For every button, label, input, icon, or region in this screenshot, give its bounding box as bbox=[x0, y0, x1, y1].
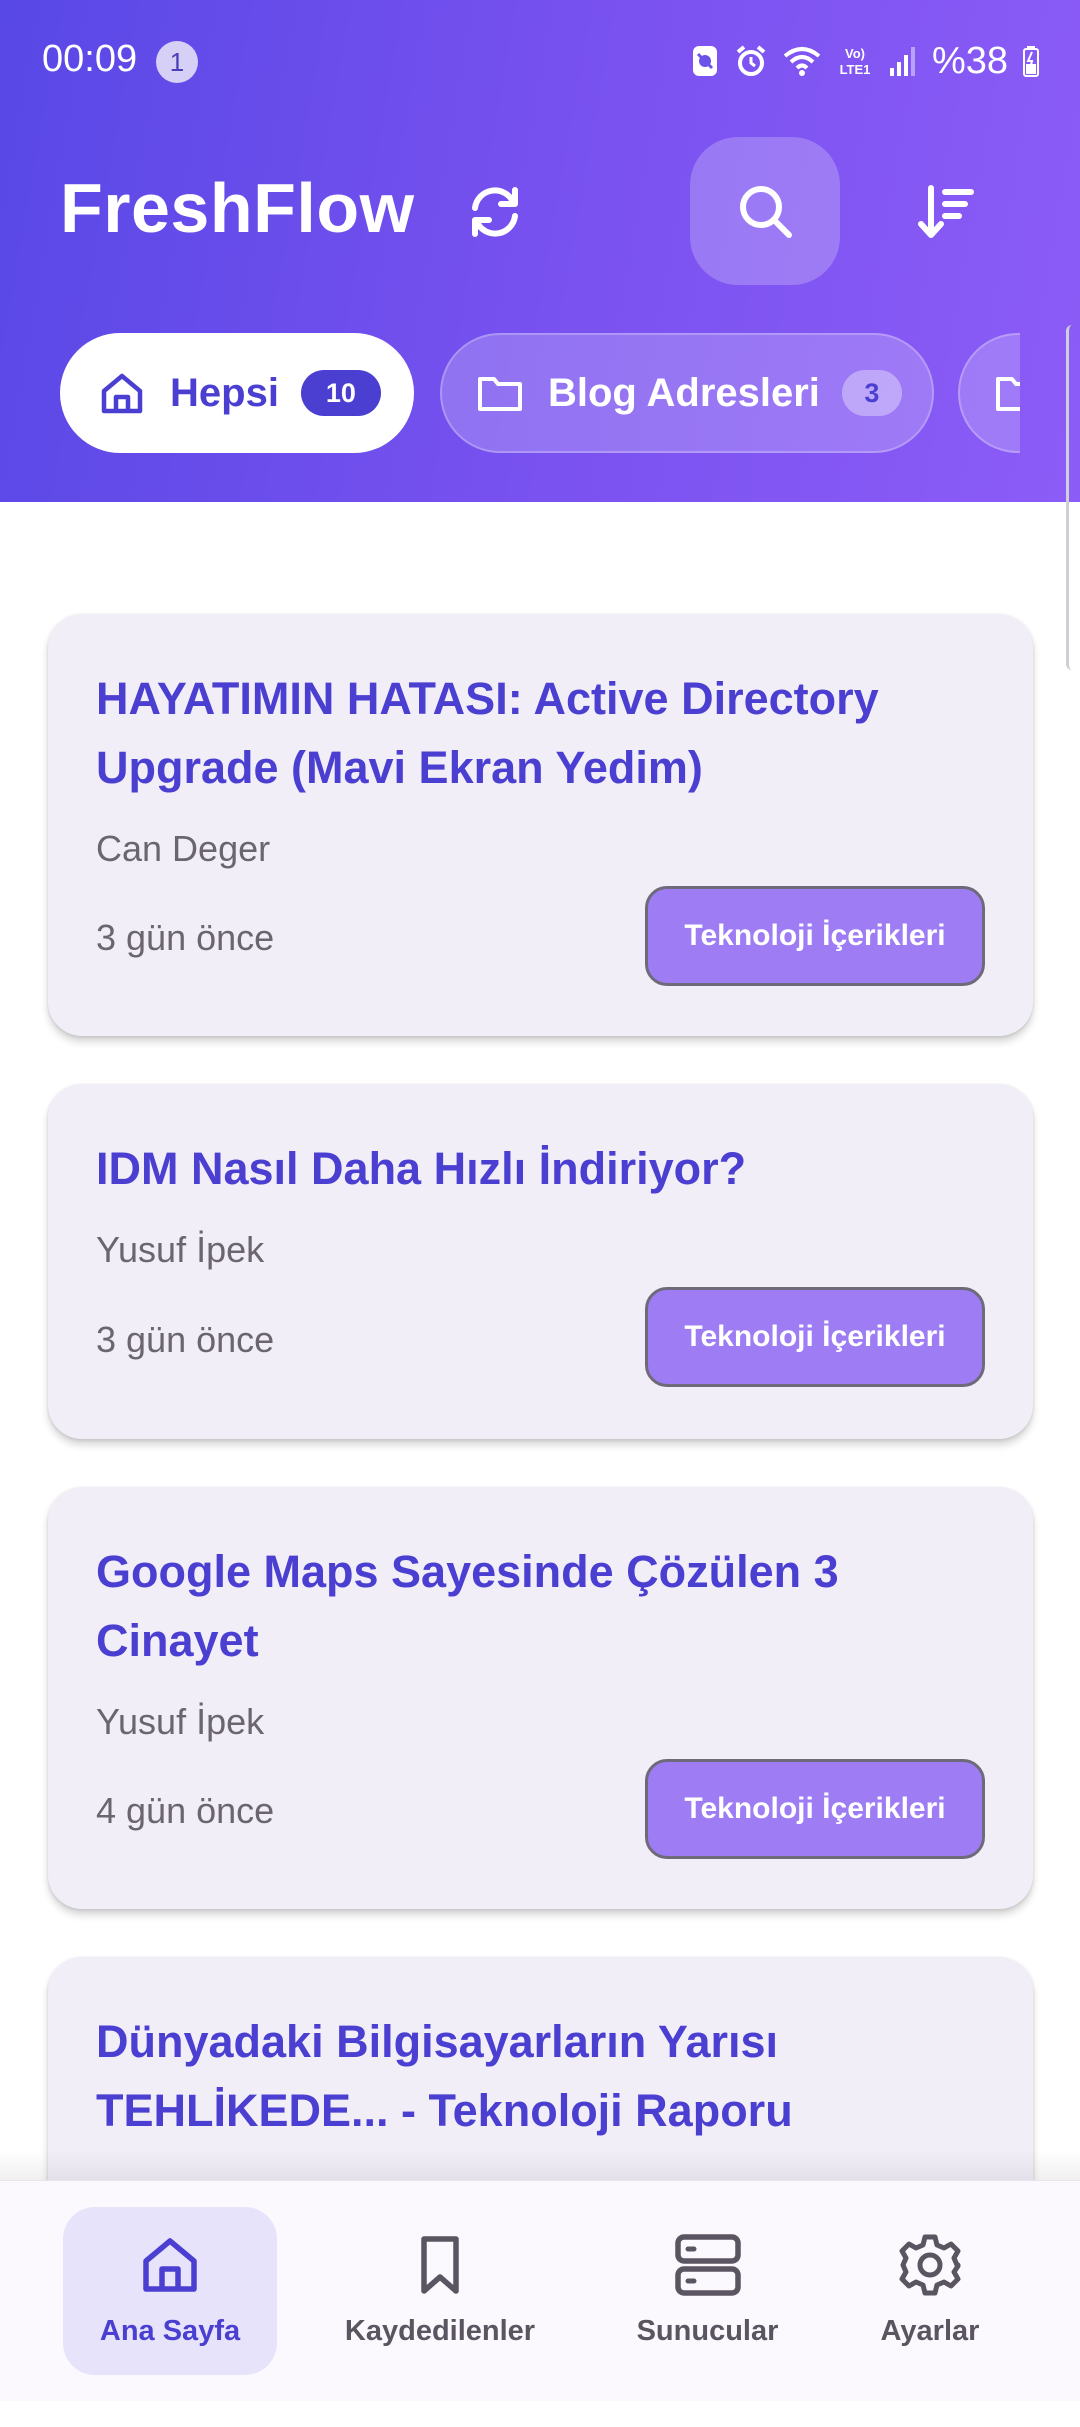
bottom-navigation: Ana Sayfa Kaydedilenler Sunucular Ayarla… bbox=[0, 2180, 1080, 2401]
article-card[interactable]: HAYATIMIN HATASI: Active Directory Upgra… bbox=[48, 614, 1033, 1036]
folder-icon bbox=[478, 377, 522, 411]
app-header: 00:09 1 Vo) LTE1 %38 FreshFlow Hepsi 10 … bbox=[0, 0, 1080, 502]
app-title: FreshFlow bbox=[60, 169, 415, 247]
search-icon bbox=[740, 186, 792, 238]
article-category-tag[interactable]: Teknoloji İçerikleri bbox=[645, 886, 985, 986]
category-count-badge: 10 bbox=[300, 370, 381, 416]
category-count-badge: 3 bbox=[841, 370, 902, 416]
article-category-tag[interactable]: Teknoloji İçerikleri bbox=[645, 1759, 985, 1859]
wifi-icon bbox=[783, 47, 821, 76]
category-chip-partial[interactable] bbox=[958, 333, 1020, 453]
nav-label: Kaydedilenler bbox=[344, 2315, 536, 2347]
category-chip-label: Hepsi bbox=[170, 370, 279, 415]
nav-shadow bbox=[0, 2150, 1080, 2180]
nav-servers[interactable]: Sunucular bbox=[600, 2207, 815, 2375]
nav-saved[interactable]: Kaydedilenler bbox=[330, 2207, 550, 2375]
signal-icon bbox=[889, 47, 915, 76]
nav-settings[interactable]: Ayarlar bbox=[850, 2207, 1010, 2375]
refresh-icon bbox=[472, 187, 518, 237]
home-icon bbox=[143, 2238, 197, 2292]
refresh-button[interactable] bbox=[455, 172, 535, 252]
silent-mode-icon bbox=[692, 46, 717, 76]
article-title[interactable]: HAYATIMIN HATASI: Active Directory Upgra… bbox=[96, 664, 976, 802]
home-icon bbox=[101, 373, 143, 414]
search-button[interactable] bbox=[690, 137, 840, 285]
gear-icon bbox=[899, 2234, 961, 2296]
article-category-tag[interactable]: Teknoloji İçerikleri bbox=[645, 1287, 985, 1387]
article-title[interactable]: IDM Nasıl Daha Hızlı İndiriyor? bbox=[96, 1134, 976, 1203]
volte-icon: Vo) LTE1 bbox=[840, 46, 871, 77]
svg-text:LTE1: LTE1 bbox=[840, 62, 871, 77]
nav-label: Ayarlar bbox=[880, 2315, 980, 2347]
category-chips: Hepsi 10 Blog Adresleri 3 bbox=[0, 333, 1020, 455]
article-time: 3 gün önce bbox=[96, 1319, 275, 1360]
notification-count-badge: 1 bbox=[156, 41, 198, 83]
server-icon bbox=[674, 2234, 741, 2296]
nav-label: Ana Sayfa bbox=[99, 2315, 241, 2347]
article-title[interactable]: Google Maps Sayesinde Çözülen 3 Cinayet bbox=[96, 1537, 976, 1675]
article-card[interactable]: IDM Nasıl Daha Hızlı İndiriyor? Yusuf İp… bbox=[48, 1084, 1033, 1439]
scroll-indicator[interactable] bbox=[1066, 325, 1080, 670]
article-title[interactable]: Dünyadaki Bilgisayarların Yarısı TEHLİKE… bbox=[96, 2007, 976, 2145]
bookmark-icon bbox=[421, 2236, 459, 2294]
status-bar: 00:09 1 Vo) LTE1 %38 bbox=[0, 0, 1080, 125]
article-time: 3 gün önce bbox=[96, 917, 275, 958]
category-chip-blog-adresleri[interactable]: Blog Adresleri 3 bbox=[440, 333, 934, 453]
article-author: Can Deger bbox=[96, 828, 271, 869]
battery-percentage: %38 bbox=[931, 39, 1008, 82]
status-icons: Vo) LTE1 %38 bbox=[690, 36, 1040, 86]
nav-label: Sunucular bbox=[636, 2315, 779, 2347]
sort-button[interactable] bbox=[905, 172, 985, 252]
sort-icon bbox=[918, 185, 974, 238]
category-chip-label: Blog Adresleri bbox=[548, 370, 820, 415]
battery-icon bbox=[1023, 46, 1039, 77]
article-author: Yusuf İpek bbox=[96, 1229, 265, 1270]
folder-icon bbox=[996, 377, 1020, 411]
nav-home[interactable]: Ana Sayfa bbox=[63, 2207, 277, 2375]
article-time: 4 gün önce bbox=[96, 1790, 275, 1831]
svg-text:Vo): Vo) bbox=[845, 46, 865, 61]
article-author: Yusuf İpek bbox=[96, 1701, 265, 1742]
alarm-icon bbox=[736, 45, 766, 76]
article-card[interactable]: Google Maps Sayesinde Çözülen 3 Cinayet … bbox=[48, 1487, 1033, 1909]
status-time: 00:09 bbox=[42, 38, 138, 80]
category-chip-all[interactable]: Hepsi 10 bbox=[60, 333, 414, 453]
